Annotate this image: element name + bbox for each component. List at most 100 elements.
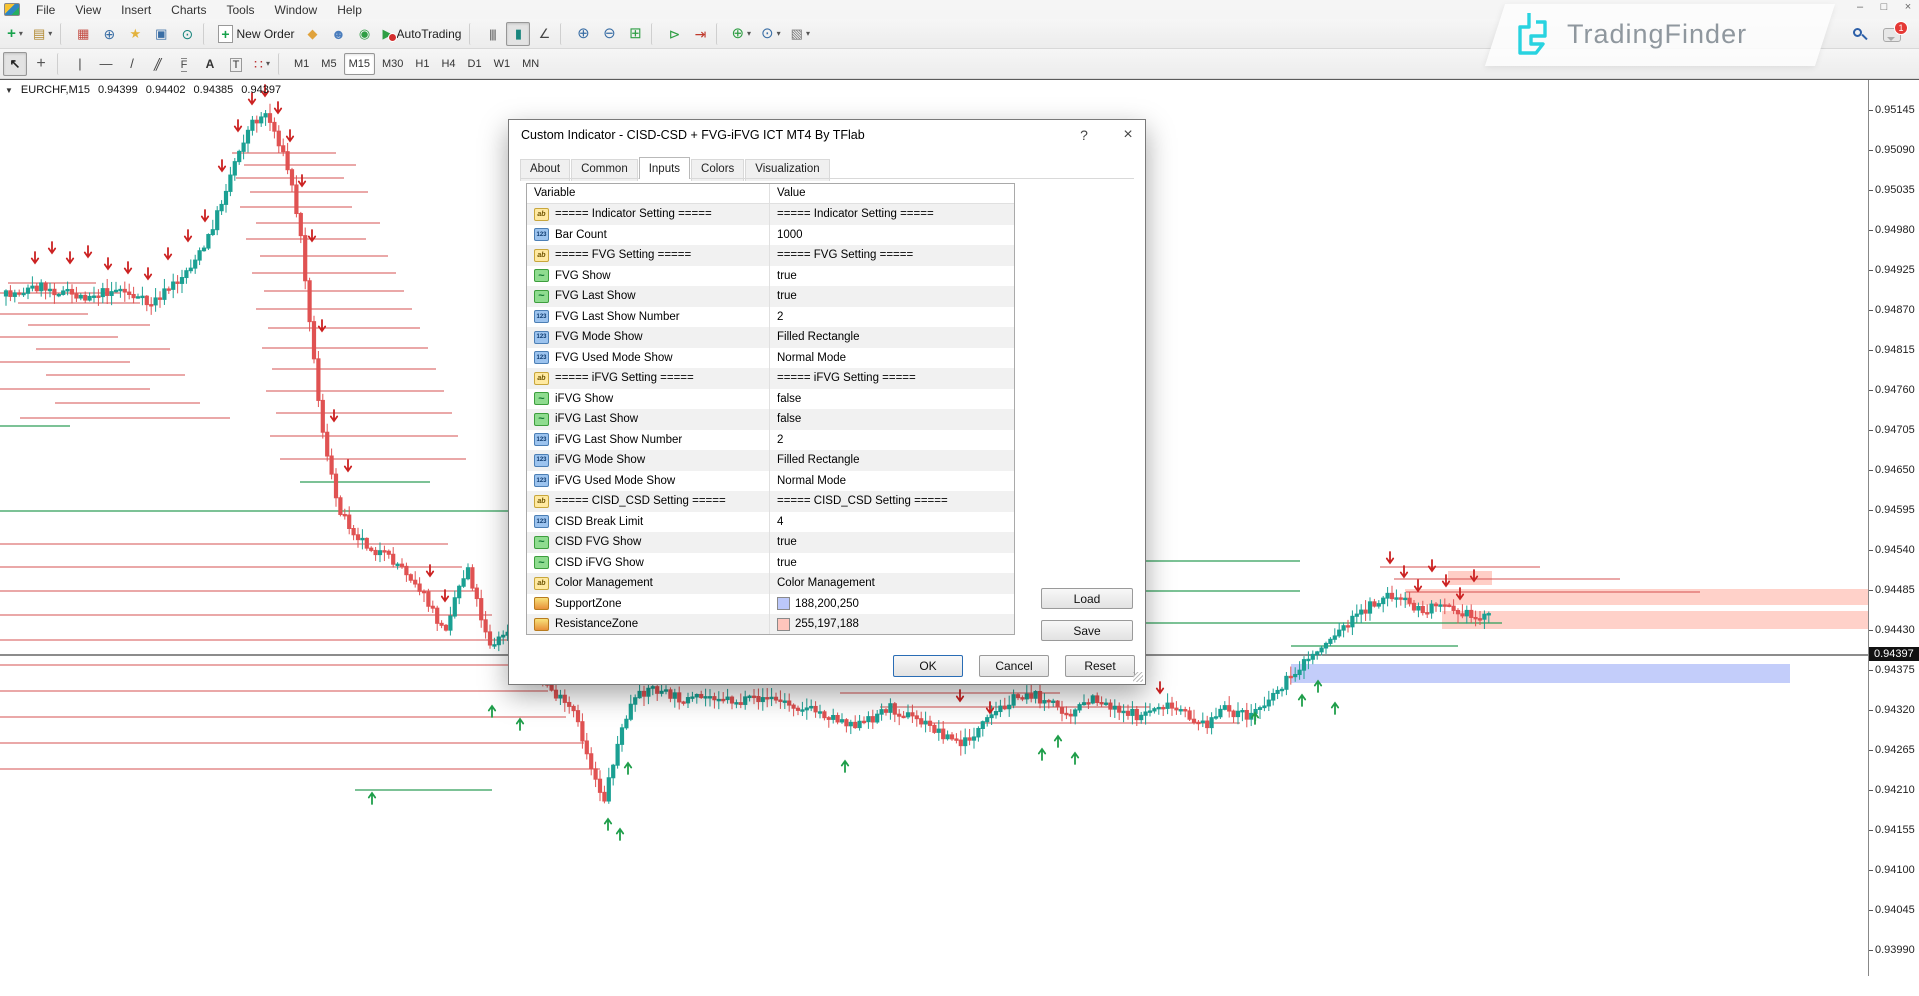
toolbar-button[interactable] (301, 22, 325, 46)
toolbar-button[interactable] (146, 52, 170, 76)
toolbar-button[interactable] (198, 52, 222, 76)
toolbar-button[interactable] (757, 22, 785, 46)
toolbar-button[interactable] (250, 52, 274, 76)
table-row[interactable]: iFVG Used Mode Show Normal Mode (527, 471, 1014, 492)
table-row[interactable]: Color Management Color Management (527, 573, 1014, 594)
resize-grip[interactable] (1133, 672, 1143, 682)
dialog-tab[interactable]: Inputs (639, 157, 690, 179)
toolbar-button[interactable] (172, 52, 196, 76)
timeframe-button[interactable]: H4 (436, 53, 460, 75)
toolbar-button[interactable] (29, 52, 53, 76)
menu-item[interactable]: Insert (111, 1, 161, 19)
toolbar-button[interactable] (224, 52, 248, 76)
table-row[interactable]: SupportZone 188,200,250 (527, 594, 1014, 615)
dialog-close-icon[interactable]: × (1111, 120, 1145, 150)
table-row[interactable]: ===== iFVG Setting ===== ===== iFVG Sett… (527, 368, 1014, 389)
toolbar-button[interactable] (327, 22, 351, 46)
dialog-title-bar[interactable]: Custom Indicator - CISD-CSD + FVG-iFVG I… (509, 120, 1145, 150)
timeframe-button[interactable]: MN (517, 53, 544, 75)
toolbar-button[interactable] (149, 22, 173, 46)
timeframe-button[interactable]: M5 (316, 53, 341, 75)
toolbar-button[interactable] (97, 22, 121, 46)
table-row[interactable]: CISD Break Limit 4 (527, 512, 1014, 533)
toolbar-button[interactable] (123, 22, 147, 46)
table-row[interactable]: FVG Used Mode Show Normal Mode (527, 348, 1014, 369)
close-button[interactable]: × (1901, 1, 1915, 13)
table-row[interactable]: iFVG Last Show Number 2 (527, 430, 1014, 451)
toolbar-button[interactable] (71, 22, 95, 46)
search-icon[interactable] (1853, 28, 1867, 42)
chart-low-value: 0.94385 (194, 84, 234, 96)
table-row[interactable]: ResistanceZone 255,197,188 (527, 614, 1014, 635)
toolbar-button[interactable] (3, 52, 27, 76)
table-row[interactable]: FVG Last Show true (527, 286, 1014, 307)
table-row[interactable]: ===== CISD_CSD Setting ===== ===== CISD_… (527, 491, 1014, 512)
param-value: 188,200,250 (795, 598, 859, 610)
toolbar-button[interactable] (787, 22, 814, 46)
toolbar-button[interactable] (506, 22, 530, 46)
toolbar-button[interactable] (651, 23, 658, 45)
reset-button[interactable]: Reset (1065, 655, 1135, 677)
toolbar-button[interactable] (560, 23, 567, 45)
ok-button[interactable]: OK (893, 655, 963, 677)
table-row[interactable]: iFVG Mode Show Filled Rectangle (527, 450, 1014, 471)
minimize-button[interactable]: – (1853, 1, 1867, 13)
table-row[interactable]: FVG Show true (527, 266, 1014, 287)
menu-item[interactable]: Window (265, 1, 328, 19)
load-button[interactable]: Load (1041, 588, 1133, 609)
timeframe-button[interactable]: M1 (289, 53, 314, 75)
toolbar-button[interactable] (278, 53, 285, 75)
chevron-down-icon[interactable]: ▼ (5, 86, 13, 95)
table-row[interactable]: iFVG Last Show false (527, 409, 1014, 430)
toolbar-button[interactable] (353, 22, 377, 46)
toolbar-button[interactable] (532, 22, 556, 46)
menu-item[interactable]: View (65, 1, 111, 19)
dialog-help-button[interactable]: ? (1067, 120, 1101, 150)
restore-button[interactable]: □ (1877, 1, 1891, 13)
menu-item[interactable]: File (26, 1, 65, 19)
timeframe-button[interactable]: M15 (344, 53, 375, 75)
table-row[interactable]: CISD iFVG Show true (527, 553, 1014, 574)
timeframe-button[interactable]: H1 (410, 53, 434, 75)
table-row[interactable]: CISD FVG Show true (527, 532, 1014, 553)
price-axis-label: 0.94430 (1875, 624, 1915, 636)
timeframe-button[interactable]: D1 (463, 53, 487, 75)
toolbar-button[interactable] (688, 22, 712, 46)
chat-icon[interactable]: 1 (1883, 28, 1901, 42)
toolbar-button[interactable] (662, 22, 686, 46)
menu-item[interactable]: Tools (217, 1, 265, 19)
toolbar-button[interactable] (175, 22, 199, 46)
param-value: true (777, 290, 797, 302)
param-value: 1000 (777, 229, 803, 241)
toolbar-button[interactable] (203, 23, 210, 45)
table-row[interactable]: iFVG Show false (527, 389, 1014, 410)
toolbar-button[interactable] (571, 22, 595, 46)
toolbar-button[interactable] (57, 53, 64, 75)
toolbar-button[interactable] (94, 52, 118, 76)
toolbar-button[interactable]: New Order (214, 22, 298, 46)
toolbar-button[interactable] (469, 23, 476, 45)
table-row[interactable]: ===== FVG Setting ===== ===== FVG Settin… (527, 245, 1014, 266)
menu-item[interactable]: Help (327, 1, 372, 19)
toolbar-button[interactable] (623, 22, 647, 46)
save-button[interactable]: Save (1041, 620, 1133, 641)
toolbar-button[interactable] (68, 52, 92, 76)
toolbar-button[interactable] (3, 22, 27, 46)
table-row[interactable]: FVG Last Show Number 2 (527, 307, 1014, 328)
toolbar-button[interactable] (480, 22, 504, 46)
toolbar-button[interactable] (60, 23, 67, 45)
toolbar-button[interactable] (29, 22, 56, 46)
table-row[interactable]: FVG Mode Show Filled Rectangle (527, 327, 1014, 348)
toolbar-button[interactable] (597, 22, 621, 46)
table-row[interactable]: ===== Indicator Setting ===== ===== Indi… (527, 204, 1014, 225)
toolbar-button[interactable] (727, 22, 755, 46)
cancel-button[interactable]: Cancel (979, 655, 1049, 677)
menu-item[interactable]: Charts (161, 1, 216, 19)
toolbar-button[interactable] (120, 52, 144, 76)
price-axis[interactable]: 0.951450.950900.950350.949800.949250.948… (1868, 80, 1919, 976)
timeframe-button[interactable]: M30 (377, 53, 408, 75)
toolbar-button[interactable]: AutoTrading (379, 22, 466, 46)
toolbar-button[interactable] (716, 23, 723, 45)
table-row[interactable]: Bar Count 1000 (527, 225, 1014, 246)
timeframe-button[interactable]: W1 (489, 53, 516, 75)
